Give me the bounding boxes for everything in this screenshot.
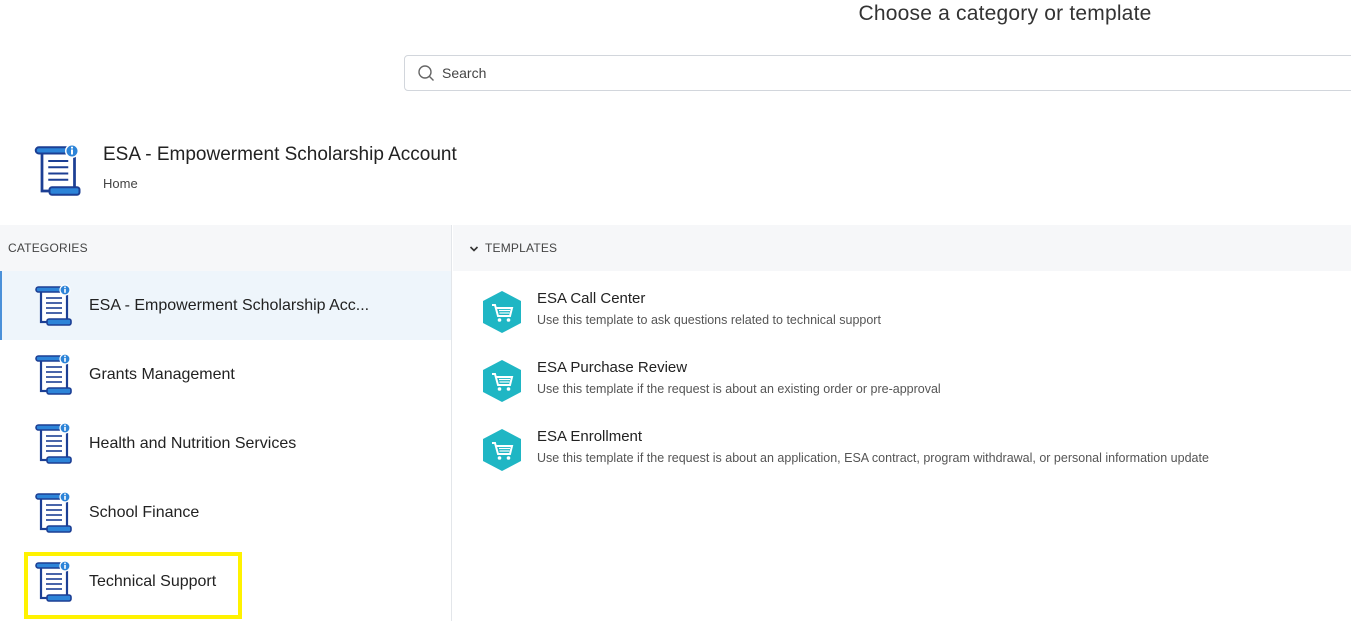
template-item-purchase-review[interactable]: ESA Purchase Review Use this template if… xyxy=(453,340,1351,409)
templates-panel: TEMPLATES ESA Call Center Use this templ… xyxy=(453,225,1351,621)
portal-header: ESA - Empowerment Scholarship Account Ho… xyxy=(32,143,457,199)
category-item-health-nutrition[interactable]: Health and Nutrition Services xyxy=(0,409,451,478)
search-box[interactable] xyxy=(404,55,1351,91)
categories-panel: CATEGORIES ESA - Empowerment Scholarship… xyxy=(0,225,452,621)
template-description: Use this template to ask questions relat… xyxy=(537,313,881,327)
chevron-down-icon xyxy=(469,243,479,253)
templates-header-label: TEMPLATES xyxy=(485,241,558,255)
template-name: ESA Enrollment xyxy=(537,428,643,445)
category-item-technical-support[interactable]: Technical Support xyxy=(0,547,451,616)
templates-header[interactable]: TEMPLATES xyxy=(453,225,1351,271)
category-item-esa[interactable]: ESA - Empowerment Scholarship Acc... xyxy=(0,271,451,340)
portal-title: ESA - Empowerment Scholarship Account xyxy=(103,144,457,165)
template-item-enrollment[interactable]: ESA Enrollment Use this template if the … xyxy=(453,409,1351,478)
document-scroll-icon xyxy=(33,560,73,604)
template-description: Use this template if the request is abou… xyxy=(537,382,941,396)
category-label: School Finance xyxy=(89,503,200,521)
document-scroll-icon xyxy=(33,491,73,535)
category-label: Technical Support xyxy=(89,572,217,590)
category-item-grants-management[interactable]: Grants Management xyxy=(0,340,451,409)
categories-header: CATEGORIES xyxy=(0,225,451,271)
cart-icon xyxy=(481,428,523,472)
template-description: Use this template if the request is abou… xyxy=(537,451,1209,465)
category-label: Grants Management xyxy=(89,365,235,383)
document-scroll-icon xyxy=(32,143,82,199)
cart-icon xyxy=(481,359,523,403)
document-scroll-icon xyxy=(33,284,73,328)
document-scroll-icon xyxy=(33,422,73,466)
document-scroll-icon xyxy=(33,353,73,397)
cart-icon xyxy=(481,290,523,334)
template-name: ESA Purchase Review xyxy=(537,359,688,376)
category-label: ESA - Empowerment Scholarship Acc... xyxy=(89,296,370,314)
category-label: Health and Nutrition Services xyxy=(89,434,297,452)
category-item-school-finance[interactable]: School Finance xyxy=(0,478,451,547)
breadcrumb-home[interactable]: Home xyxy=(103,176,457,191)
search-icon xyxy=(417,64,435,82)
search-input[interactable] xyxy=(442,65,1242,81)
page-title: Choose a category or template xyxy=(858,2,1152,25)
template-name: ESA Call Center xyxy=(537,290,646,307)
template-item-call-center[interactable]: ESA Call Center Use this template to ask… xyxy=(453,271,1351,340)
